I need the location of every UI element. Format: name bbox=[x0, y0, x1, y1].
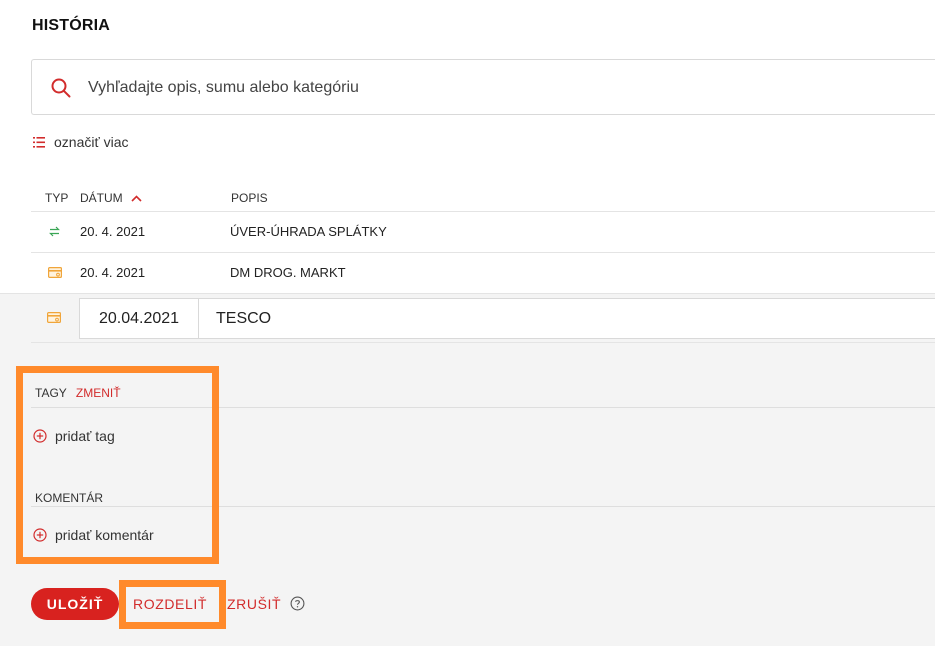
row-date: 20. 4. 2021 bbox=[80, 265, 146, 280]
add-comment-button[interactable]: pridať komentár bbox=[33, 527, 154, 543]
add-circle-icon bbox=[33, 528, 47, 542]
tags-label: TAGY bbox=[35, 386, 67, 400]
help-icon[interactable] bbox=[290, 596, 305, 611]
search-input[interactable] bbox=[88, 74, 908, 102]
list-icon bbox=[33, 136, 45, 148]
column-header-date[interactable]: DÁTUM bbox=[80, 191, 142, 205]
add-tag-button[interactable]: pridať tag bbox=[33, 428, 115, 444]
tags-section-label: TAGY ZMENIŤ bbox=[35, 386, 121, 400]
add-comment-label: pridať komentár bbox=[55, 527, 154, 543]
page-title: HISTÓRIA bbox=[32, 17, 111, 34]
split-button[interactable]: ROZDELIŤ bbox=[133, 596, 207, 612]
section-divider bbox=[31, 506, 935, 507]
row-description: ÚVER-ÚHRADA SPLÁTKY bbox=[230, 224, 387, 239]
mark-more-button[interactable]: označiť viac bbox=[33, 134, 129, 150]
cancel-button[interactable]: ZRUŠIŤ bbox=[227, 596, 281, 612]
add-circle-icon bbox=[33, 429, 47, 443]
add-tag-label: pridať tag bbox=[55, 428, 115, 444]
search-box[interactable] bbox=[31, 59, 935, 115]
row-description: DM DROG. MARKT bbox=[230, 265, 346, 280]
search-icon bbox=[51, 78, 71, 98]
card-payment-icon bbox=[47, 312, 61, 323]
table-row[interactable]: 20. 4. 2021 ÚVER-ÚHRADA SPLÁTKY bbox=[31, 212, 935, 252]
column-header-description: POPIS bbox=[231, 191, 268, 205]
section-divider bbox=[31, 342, 935, 343]
transaction-edit-panel: 20.04.2021 TESCO bbox=[0, 293, 935, 646]
column-header-type: TYP bbox=[45, 191, 69, 205]
save-button[interactable]: ULOŽIŤ bbox=[31, 588, 119, 620]
transfer-icon bbox=[49, 226, 60, 237]
row-date: 20. 4. 2021 bbox=[80, 224, 146, 239]
section-divider bbox=[31, 407, 935, 408]
card-payment-icon bbox=[48, 267, 62, 278]
column-header-date-label: DÁTUM bbox=[80, 191, 123, 205]
mark-more-label: označiť viac bbox=[54, 134, 129, 150]
date-field[interactable]: 20.04.2021 bbox=[79, 298, 199, 339]
change-tags-link[interactable]: ZMENIŤ bbox=[76, 386, 121, 400]
comment-section-label: KOMENTÁR bbox=[35, 491, 104, 505]
description-field[interactable]: TESCO bbox=[199, 298, 935, 339]
sort-ascending-icon bbox=[131, 195, 142, 202]
table-row[interactable]: 20. 4. 2021 DM DROG. MARKT bbox=[31, 253, 935, 293]
